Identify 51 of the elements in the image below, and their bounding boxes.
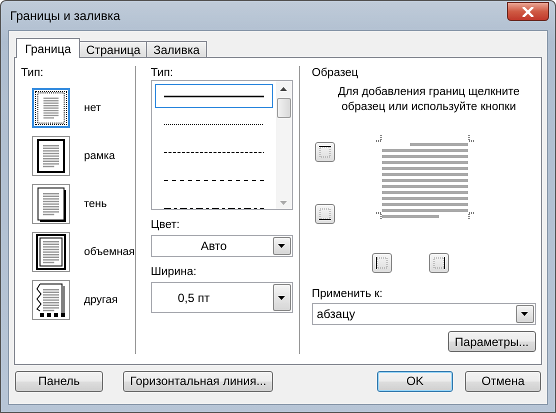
option-label: рамка — [84, 150, 115, 162]
dropdown[interactable]: 0,5 пт — [150, 282, 293, 313]
option-label: тень — [84, 198, 107, 210]
line-style-list[interactable] — [150, 80, 293, 210]
option-label: нет — [84, 102, 101, 114]
caret-icon — [278, 244, 286, 248]
close-button[interactable] — [507, 2, 549, 21]
scroll-up-icon — [280, 87, 288, 91]
scroll-down-icon — [280, 201, 288, 205]
scroll-thumb[interactable] — [276, 98, 291, 118]
border-type-button[interactable] — [32, 280, 70, 320]
border-type-button[interactable] — [32, 232, 70, 272]
caret-icon — [521, 312, 528, 316]
tab[interactable]: Граница — [16, 38, 80, 58]
border-type-button[interactable] — [32, 136, 70, 176]
dropdown-value: абзацу — [316, 306, 356, 323]
dropdown-arrow-button[interactable] — [272, 284, 291, 311]
page-border-icon — [33, 233, 69, 271]
dropdown-value: 0,5 пт — [176, 290, 211, 306]
scrollbar[interactable] — [276, 81, 292, 209]
section-label: Тип: — [21, 66, 44, 80]
dialog-button[interactable]: Панель — [15, 370, 103, 392]
option-label: другая — [84, 294, 118, 306]
line-style-option[interactable] — [154, 84, 273, 108]
tab[interactable]: Страница — [79, 41, 148, 58]
tab[interactable]: Заливка — [146, 41, 207, 58]
dropdown-arrow-button[interactable] — [516, 305, 534, 323]
section-label: Образец — [312, 66, 360, 80]
border-type-button[interactable] — [32, 88, 70, 128]
left-border-button[interactable] — [372, 253, 392, 273]
options-button[interactable]: Параметры... — [448, 331, 536, 352]
field-label: Цвет: — [150, 218, 181, 232]
close-icon — [522, 6, 534, 16]
dropdown[interactable]: Авто — [150, 235, 293, 257]
dropdown[interactable]: абзацу — [312, 303, 536, 325]
dropdown-value: Авто — [200, 238, 228, 255]
bottom-border-button[interactable] — [314, 204, 335, 224]
border-type-button[interactable] — [32, 184, 70, 224]
dialog-button[interactable]: Горизонтальная линия... — [123, 370, 274, 392]
right-border-button[interactable] — [428, 253, 449, 273]
dropdown-arrow-button[interactable] — [272, 237, 291, 255]
dialog-button[interactable]: OK — [377, 370, 453, 392]
caret-icon — [278, 296, 286, 300]
section-label: Тип: — [150, 66, 174, 80]
dialog-button[interactable]: Отмена — [465, 370, 541, 392]
instruction-text: Для добавления границ щелкните образец или используйте кнопки — [336, 85, 521, 115]
window-title: Границы и заливка — [10, 8, 120, 22]
option-label: объемная — [84, 246, 135, 258]
field-label: Ширина: — [150, 265, 198, 279]
top-border-button[interactable] — [314, 142, 335, 162]
field-label: Применить к: — [312, 287, 384, 301]
